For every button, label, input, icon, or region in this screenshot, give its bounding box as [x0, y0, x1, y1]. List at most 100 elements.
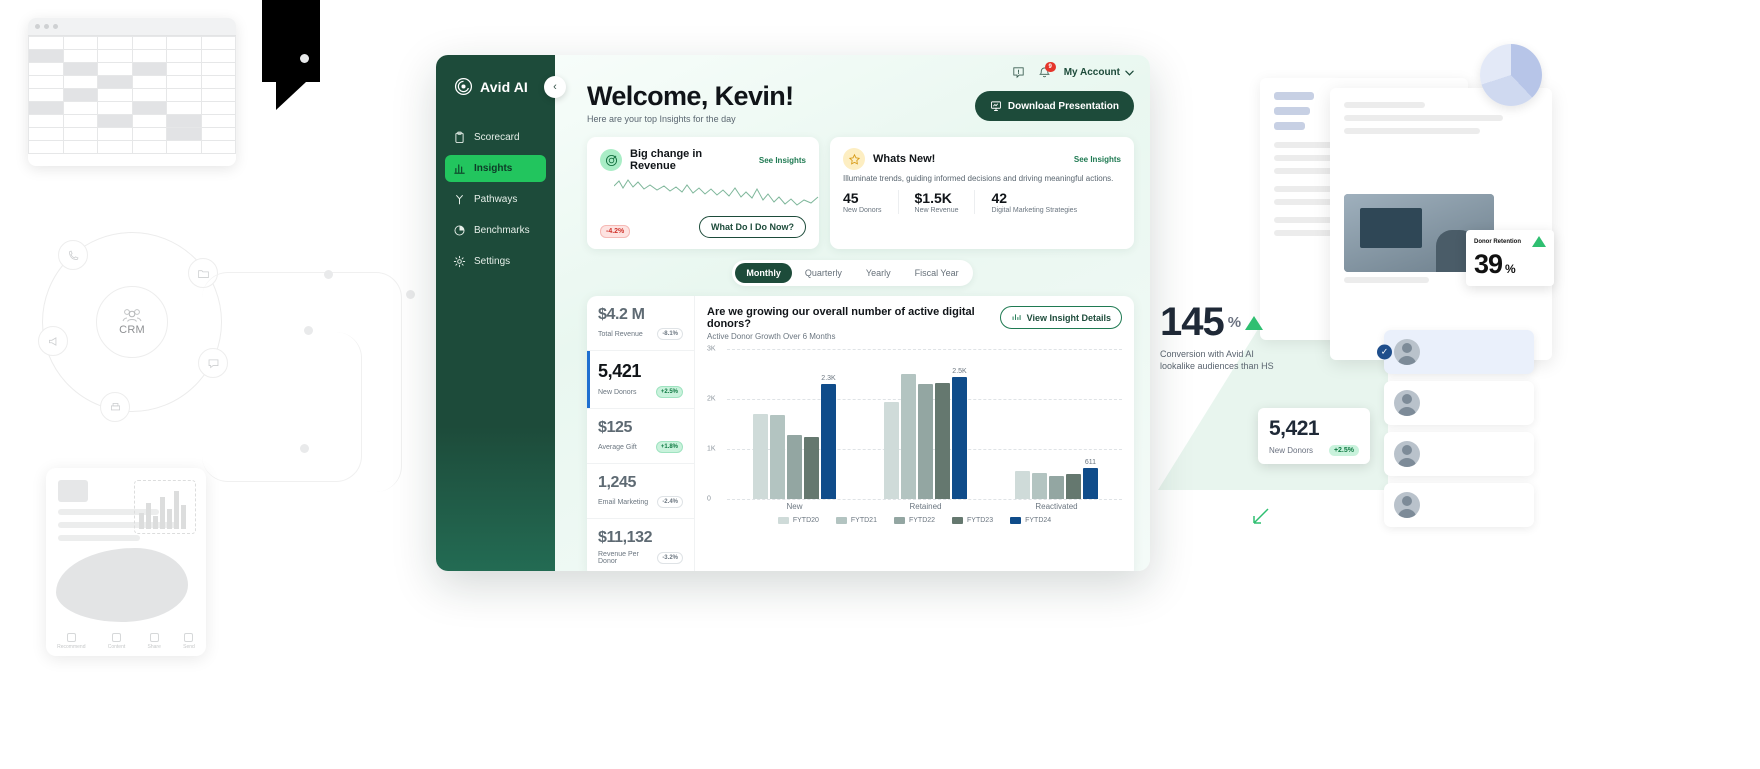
kpi-item[interactable]: 5,421 New Donors +2.5% [587, 351, 694, 409]
footer-action[interactable]: Send [183, 633, 195, 650]
avatar-list: ✓ [1377, 330, 1534, 534]
whats-new-card[interactable]: Whats New! See Insights Illuminate trend… [830, 137, 1134, 249]
bar [787, 435, 802, 499]
legend-item[interactable]: FYTD22 [893, 517, 935, 524]
table-cell [200, 140, 236, 154]
bar-group: 2.3K [729, 349, 860, 499]
bar-value-label: 2.3K [821, 375, 836, 382]
traffic-light-dot [35, 24, 40, 29]
stat-label: Donor Retention [1474, 238, 1521, 245]
table-cell [62, 127, 98, 141]
kpi-delta-badge: -3.2% [657, 552, 683, 564]
traffic-light-dot [53, 24, 58, 29]
y-axis-tick: 2K [707, 395, 716, 403]
table-row [28, 140, 236, 154]
bell-icon[interactable]: 9 [1038, 62, 1056, 79]
table-cell [166, 140, 202, 154]
table-cell [97, 88, 133, 102]
text-line [1344, 102, 1426, 108]
tab-quarterly[interactable]: Quarterly [794, 263, 853, 283]
sidebar-item-scorecard[interactable]: Scorecard [445, 124, 546, 151]
legend-label: FYTD23 [967, 517, 994, 524]
download-presentation-button[interactable]: Download Presentation [974, 91, 1134, 121]
avatar [1394, 492, 1420, 518]
table-cell [62, 101, 98, 115]
bar [1032, 473, 1047, 499]
whats-new-description: Illuminate trends, guiding informed deci… [843, 174, 1114, 183]
bar-groups: 2.3K 2.5K 611 [729, 349, 1122, 499]
stat-conversion-card: 145 % Conversion with Avid AI lookalike … [1160, 300, 1278, 372]
legend-item[interactable]: FYTD20 [777, 517, 819, 524]
sidebar: Avid AI Scorecard Insights Pathways Benchma… [436, 55, 566, 571]
kpi-item[interactable]: $4.2 M Total Revenue -8.1% [587, 296, 694, 351]
footer-action[interactable]: Content [108, 633, 125, 650]
page-subtitle: Here are your top Insights for the day [587, 114, 736, 124]
kpi-value: $4.2 M [598, 306, 645, 323]
legend-swatch [835, 517, 847, 524]
tab-monthly[interactable]: Monthly [735, 263, 792, 283]
bar [935, 382, 950, 499]
table-cell [62, 140, 98, 154]
table-cell [97, 101, 133, 115]
kpi-list: $4.2 M Total Revenue -8.1% 5,421 New Donors +… [587, 296, 695, 571]
view-insight-details-button[interactable]: View Insight Details [999, 306, 1122, 329]
stat-label: New Donors [1269, 446, 1314, 455]
table-cell [97, 75, 133, 89]
revenue-insight-card[interactable]: Big change in Revenue See Insights -4.2%… [587, 137, 819, 249]
whats-new-see-insights-link[interactable]: See Insights [1074, 155, 1121, 164]
sidebar-item-pathways[interactable]: Pathways [445, 186, 546, 213]
stat-value: 145 [1160, 300, 1225, 344]
crm-label: CRM [119, 324, 145, 336]
text-line [1274, 107, 1310, 115]
kpi-value: $11,132 [598, 529, 653, 546]
sidebar-item-settings[interactable]: Settings [445, 248, 546, 275]
table-cell [28, 140, 64, 154]
table-cell [97, 127, 133, 141]
text-line [1344, 277, 1430, 283]
legend-swatch [893, 517, 905, 524]
footer-action[interactable]: Recommend [57, 633, 85, 650]
bar: 611 [1083, 459, 1098, 499]
card-header: Whats New! See Insights [843, 148, 1121, 170]
sidebar-nav: Scorecard Insights Pathways Benchmarks Setti… [436, 124, 555, 275]
sidebar-collapse-button[interactable]: ‹ [544, 76, 566, 98]
connector-dot [304, 326, 313, 335]
page-title: Welcome, Kevin! [587, 81, 794, 111]
what-do-i-do-now-button[interactable]: What Do I Do Now? [699, 216, 806, 238]
bar-chart-icon [453, 162, 466, 175]
table-cell [62, 88, 98, 102]
table-cell [131, 62, 167, 76]
tab-yearly[interactable]: Yearly [855, 263, 902, 283]
sidebar-item-insights[interactable]: Insights [445, 155, 546, 182]
tab-fiscal-year[interactable]: Fiscal Year [904, 263, 970, 283]
table-cell [28, 88, 64, 102]
table-cell [97, 49, 133, 63]
bar [901, 374, 916, 499]
bar [770, 414, 785, 499]
sidebar-item-label: Pathways [474, 194, 518, 205]
legend-item[interactable]: FYTD21 [835, 517, 877, 524]
list-item: ✓ [1377, 330, 1534, 374]
footer-action[interactable]: Share [148, 633, 161, 650]
kpi-item[interactable]: 1,245 Email Marketing -2.4% [587, 464, 694, 519]
sidebar-item-benchmarks[interactable]: Benchmarks [445, 217, 546, 244]
kpi-item[interactable]: $11,132 Revenue Per Donor -3.2% [587, 519, 694, 571]
kpi-item[interactable]: $125 Average Gift +1.8% [587, 409, 694, 464]
stat-unit: % [1505, 262, 1516, 276]
account-menu[interactable]: My Account [1064, 67, 1134, 78]
text-line [1344, 128, 1480, 134]
legend-item[interactable]: FYTD23 [952, 517, 993, 524]
revenue-see-insights-link[interactable]: See Insights [759, 156, 806, 165]
flag-tip [276, 82, 306, 110]
help-chat-icon[interactable] [1012, 66, 1025, 79]
legend-item[interactable]: FYTD24 [1010, 517, 1051, 524]
star-icon [843, 148, 865, 170]
pie-sphere-graphic [1480, 44, 1542, 106]
table-row [28, 88, 236, 102]
account-label: My Account [1063, 67, 1120, 78]
revenue-sparkline [613, 179, 819, 206]
bar-value-label: 611 [1084, 459, 1097, 467]
table-cell [200, 36, 236, 50]
text-line [1274, 122, 1305, 130]
black-flag-shape [262, 0, 320, 110]
